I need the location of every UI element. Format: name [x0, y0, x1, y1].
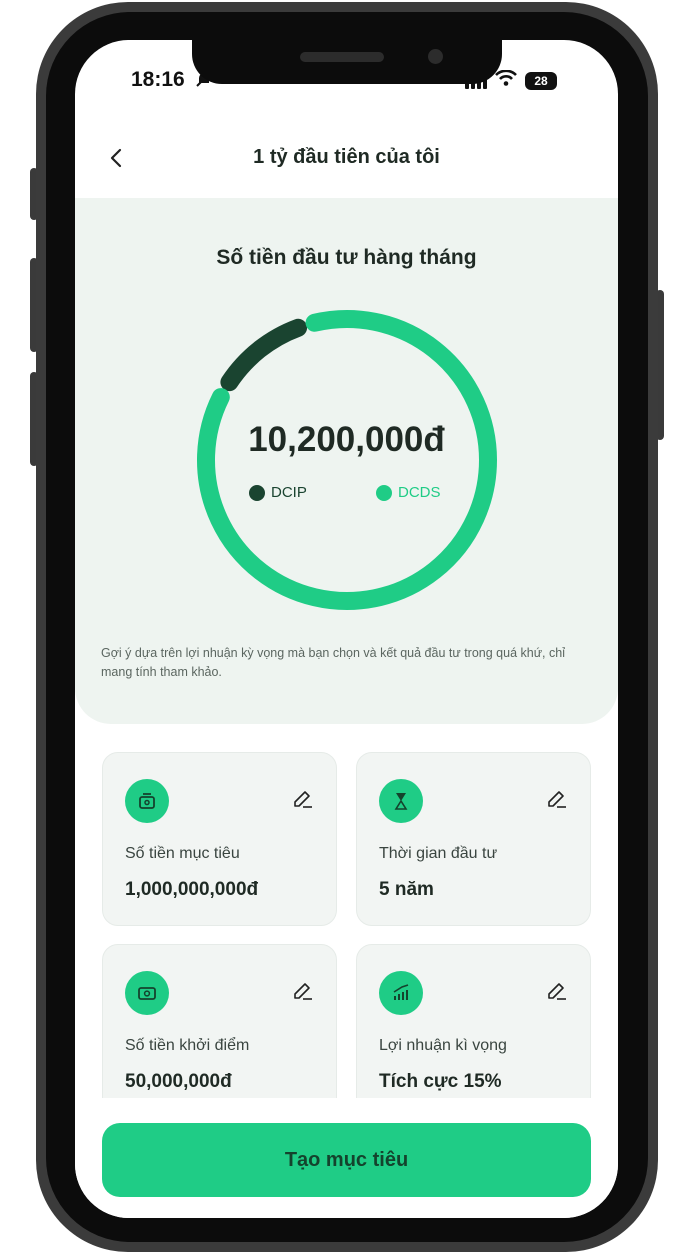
tile-label: Số tiền khởi điểm: [125, 1037, 250, 1054]
total-amount: 10,200,000đ: [248, 420, 445, 459]
summary-card: Số tiền đầu tư hàng tháng 10,200,000đ DC…: [75, 198, 618, 724]
edit-pencil-icon[interactable]: [290, 979, 314, 1003]
disclaimer-text: Gợi ý dựa trên lợi nhuận kỳ vọng mà bạn …: [101, 646, 565, 679]
edit-pencil-icon[interactable]: [544, 787, 568, 811]
legend-item-dcip: DCIP: [249, 484, 307, 501]
legend-dot-dcip: [249, 484, 265, 501]
wallet-icon: [125, 779, 169, 823]
edit-pencil-icon[interactable]: [290, 787, 314, 811]
legend-dot-dcds: [376, 484, 392, 501]
notch: [192, 40, 502, 84]
tile-target-amount[interactable]: Số tiền mục tiêu 1,000,000,000đ: [102, 752, 337, 926]
edit-pencil-icon[interactable]: [544, 979, 568, 1003]
hourglass-icon: [379, 779, 423, 823]
tile-value: 1,000,000,000đ: [125, 879, 259, 900]
legend-label-dcip: DCIP: [271, 484, 307, 501]
status-time: 18:16: [131, 68, 185, 91]
tile-value: 5 năm: [379, 879, 434, 900]
allocation-donut-chart: [197, 310, 497, 610]
tile-label: Số tiền mục tiêu: [125, 845, 240, 862]
section-title: Số tiền đầu tư hàng tháng: [216, 246, 477, 269]
tile-label: Lợi nhuận kì vọng: [379, 1037, 507, 1054]
front-camera: [428, 49, 443, 64]
cash-icon: [125, 971, 169, 1015]
battery-icon: 28: [525, 71, 557, 90]
create-goal-button[interactable]: Tạo mục tiêu: [102, 1123, 591, 1197]
speaker: [300, 52, 384, 62]
wifi-icon: [495, 69, 517, 91]
tile-expected-return[interactable]: Lợi nhuận kì vọng Tích cực 15%: [356, 944, 591, 1118]
app-screen: 18:16 28 1 tỷ đầu tiên của tôi Số tiền đ…: [75, 40, 618, 1218]
tile-value: 50,000,000đ: [125, 1071, 232, 1092]
tile-investment-period[interactable]: Thời gian đầu tư 5 năm: [356, 752, 591, 926]
tile-initial-amount[interactable]: Số tiền khởi điểm 50,000,000đ: [102, 944, 337, 1118]
legend-item-dcds: DCDS: [376, 484, 441, 501]
tile-value: Tích cực 15%: [379, 1071, 502, 1092]
page-title: 1 tỷ đầu tiên của tôi: [253, 146, 440, 168]
growth-chart-icon: [379, 971, 423, 1015]
donut-slice-dcip: [220, 318, 308, 392]
legend-label-dcds: DCDS: [398, 484, 441, 501]
tile-label: Thời gian đầu tư: [379, 845, 498, 862]
